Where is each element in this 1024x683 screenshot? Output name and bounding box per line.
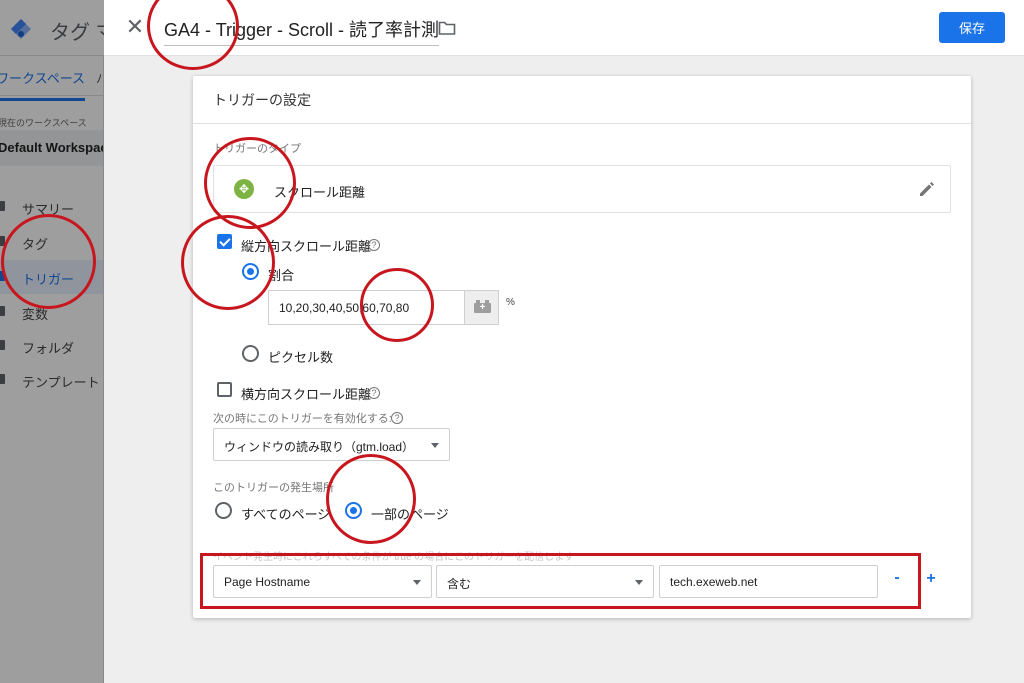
all-pages-radio[interactable]: [215, 502, 232, 519]
enable-when-select[interactable]: ウィンドウの読み取り（gtm.load）: [213, 428, 450, 461]
trigger-config-card: トリガーの設定 トリガーのタイプ スクロール距離 縦方向スクロール距離 ? 割合…: [193, 76, 971, 618]
horizontal-scroll-label: 横方向スクロール距離: [241, 387, 372, 402]
folder-icon[interactable]: [438, 20, 456, 36]
enable-when-label: 次の時にこのトリガーを有効化する:: [213, 413, 392, 425]
annotation-circle: [326, 454, 416, 544]
fire-on-label: このトリガーの発生場所: [213, 482, 334, 494]
pixels-label: ピクセル数: [268, 350, 334, 365]
save-button[interactable]: 保存: [939, 12, 1005, 43]
insert-variable-button[interactable]: +: [464, 290, 499, 325]
annotation-circle: [360, 268, 434, 342]
annotation-rectangle: [200, 553, 921, 609]
editor-header: ✕ GA4 - Trigger - Scroll - 読了率計測 保存: [104, 0, 1024, 56]
chevron-down-icon: [431, 443, 439, 448]
help-icon[interactable]: ?: [368, 239, 380, 251]
annotation-circle: [181, 215, 275, 310]
close-icon[interactable]: ✕: [124, 16, 146, 38]
trigger-type-selector[interactable]: スクロール距離: [213, 165, 951, 213]
pencil-icon[interactable]: [918, 180, 936, 198]
help-icon[interactable]: ?: [368, 387, 380, 399]
modal-scrim: [0, 0, 104, 683]
add-condition-button[interactable]: +: [924, 571, 938, 587]
horizontal-scroll-checkbox[interactable]: [217, 382, 232, 397]
card-divider: [193, 123, 971, 124]
help-icon[interactable]: ?: [391, 412, 403, 424]
all-pages-label: すべてのページ: [241, 507, 331, 522]
percent-unit: %: [506, 297, 515, 308]
card-title: トリガーの設定: [213, 92, 311, 108]
pixels-radio[interactable]: [242, 345, 259, 362]
annotation-circle: [1, 214, 96, 309]
